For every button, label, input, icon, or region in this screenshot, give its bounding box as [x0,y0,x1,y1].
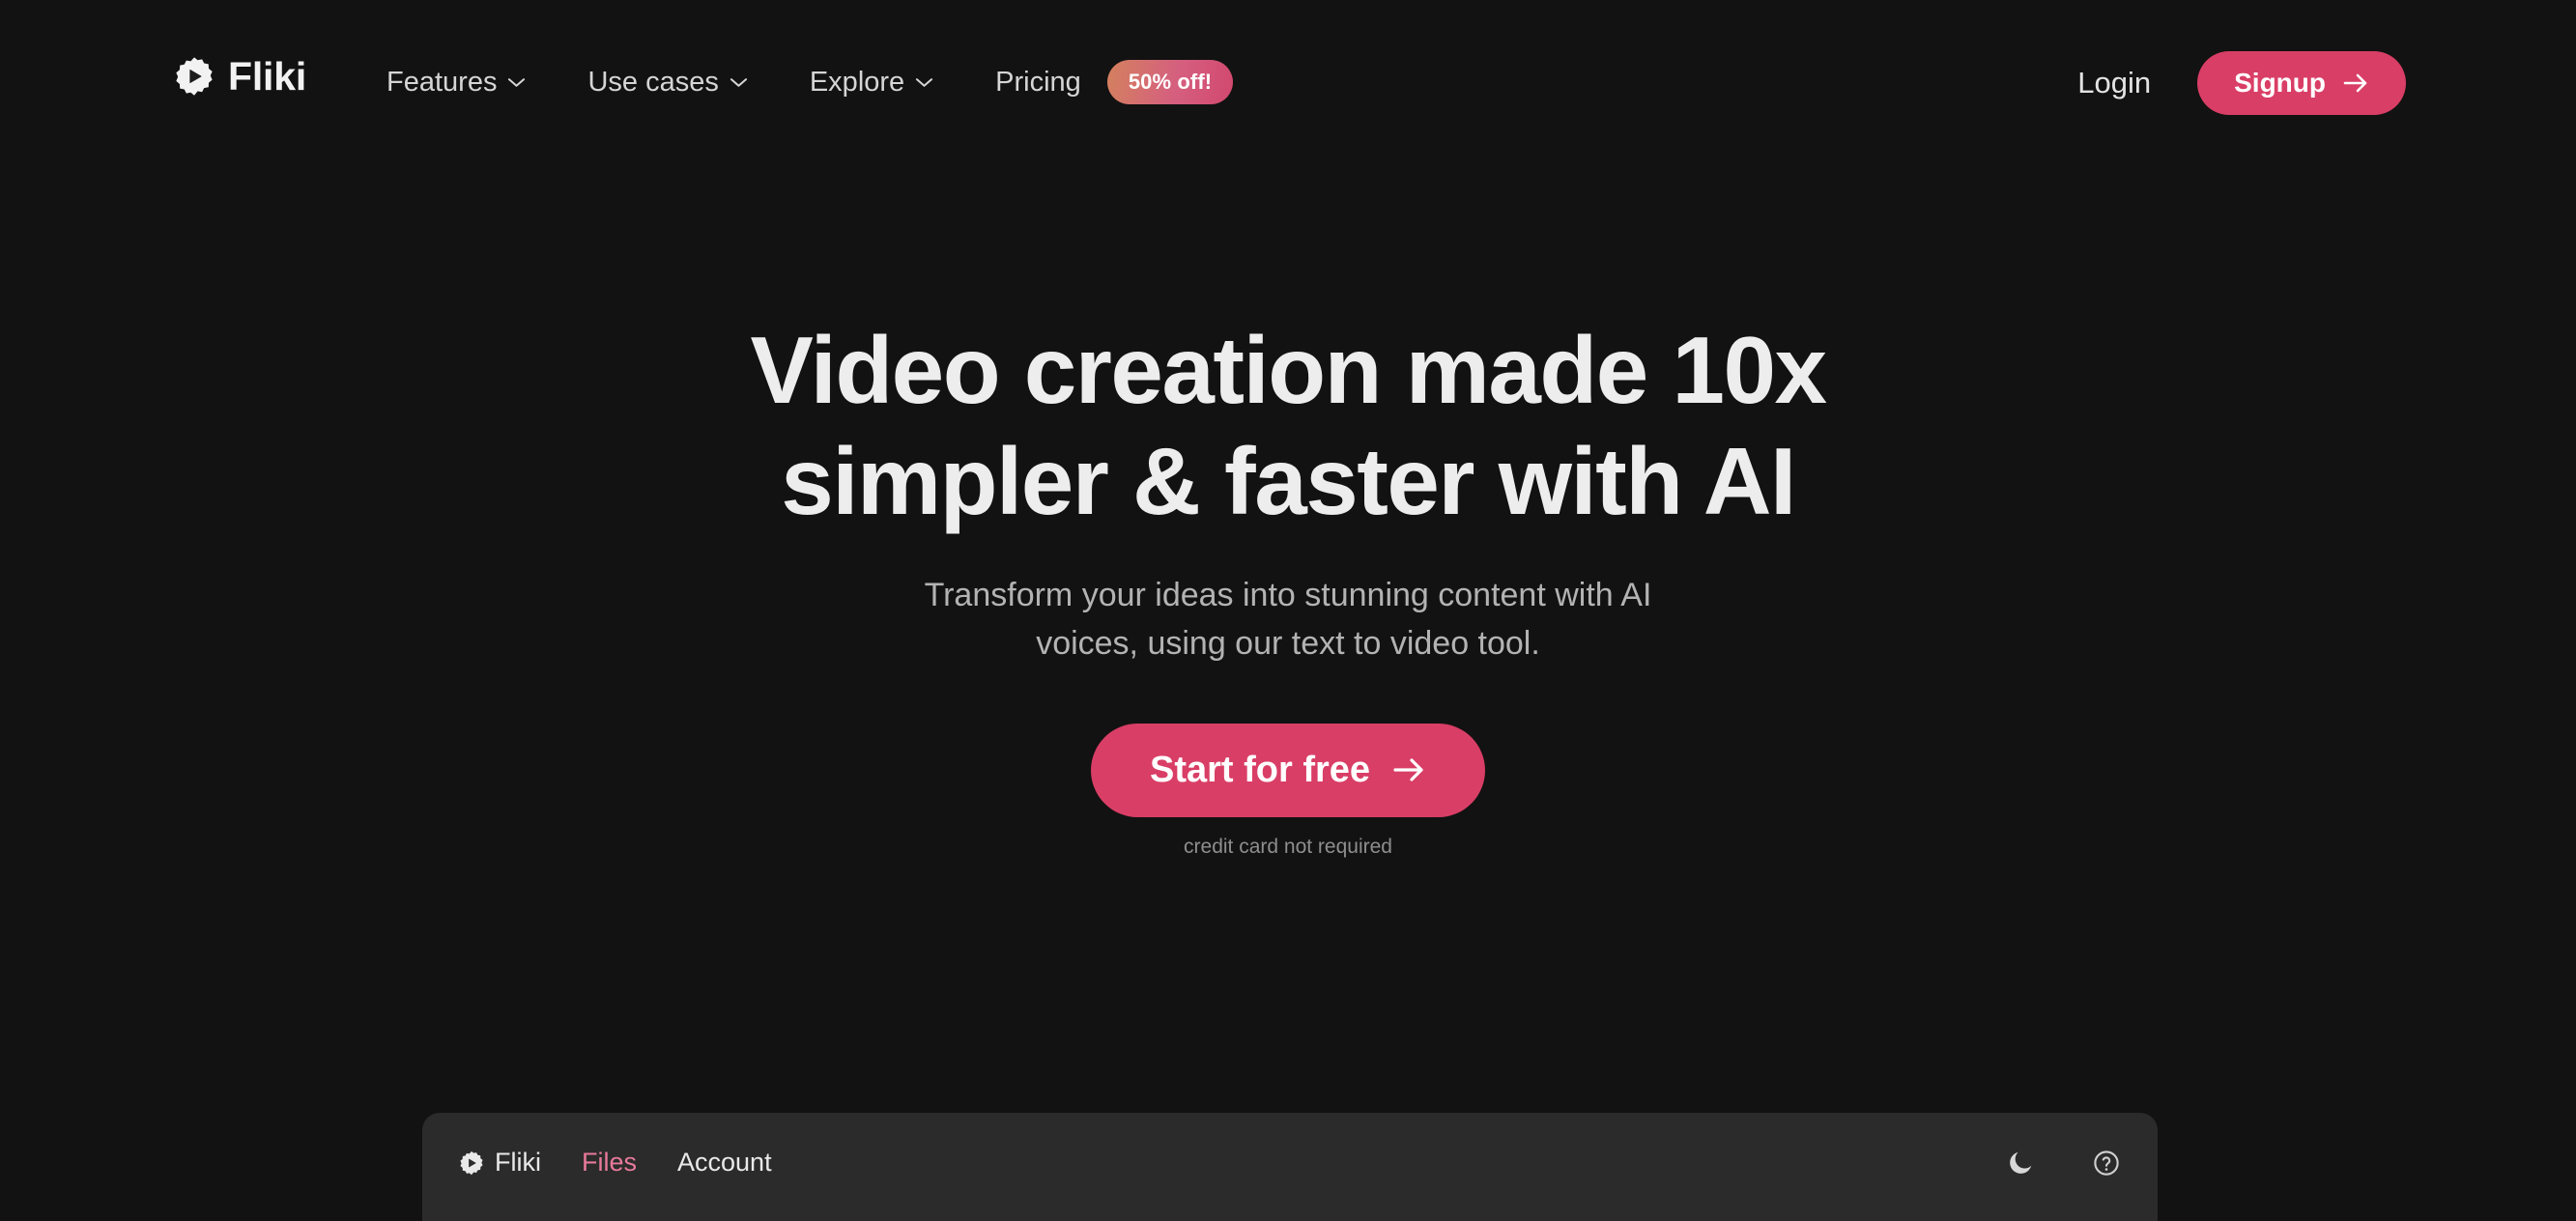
chevron-down-icon [507,76,526,88]
site-header: Fliki Features Use cases Explore Pricing… [0,0,2576,179]
hero-cta-group: Start for free credit card not required [1090,723,1486,859]
nav-item-use-cases[interactable]: Use cases [557,67,778,99]
headline-line-2: simpler & faster with AI [781,427,1796,534]
hero-subheadline: Transform your ideas into stunning conte… [925,572,1652,667]
app-brand-name: Fliki [495,1148,541,1177]
cta-disclaimer: credit card not required [1184,835,1392,858]
app-preview-toolbar: Fliki Files Account [422,1113,2158,1212]
start-for-free-button[interactable]: Start for free [1090,723,1486,817]
nav-label: Features [386,66,498,98]
header-actions: Login Signup [2077,51,2406,115]
chevron-down-icon [915,76,933,88]
nav-item-features[interactable]: Features [386,67,557,99]
signup-button[interactable]: Signup [2197,51,2406,115]
app-tab-files[interactable]: Files [582,1148,637,1178]
nav-item-pricing[interactable]: Pricing 50% off! [964,60,1264,104]
cta-button-label: Start for free [1149,749,1371,790]
app-toolbar-right [2006,1149,2121,1178]
hero-section: Video creation made 10x simpler & faster… [0,315,2576,859]
arrow-right-icon [2342,71,2369,95]
nav-label: Use cases [587,66,719,98]
fliki-play-badge-icon [459,1150,484,1176]
app-toolbar-left: Fliki Files Account [459,1148,772,1178]
arrow-right-icon [1391,755,1426,784]
app-logo[interactable]: Fliki [459,1148,541,1178]
landing-page: Fliki Features Use cases Explore Pricing… [0,0,2576,1221]
promo-discount-badge: 50% off! [1106,60,1234,104]
app-preview-panel: Fliki Files Account [422,1113,2158,1221]
nav-item-explore[interactable]: Explore [779,67,964,99]
fliki-play-badge-icon [174,56,215,97]
question-circle-icon[interactable] [2092,1149,2121,1178]
site-logo[interactable]: Fliki [174,56,306,97]
signup-button-label: Signup [2234,68,2326,98]
nav-label: Explore [809,66,905,98]
page-title: Video creation made 10x simpler & faster… [750,315,1827,536]
primary-navigation: Features Use cases Explore Pricing 50% o… [386,60,1264,104]
login-link[interactable]: Login [2077,66,2151,100]
subheadline-line-1: Transform your ideas into stunning conte… [924,577,1652,614]
app-tab-account[interactable]: Account [677,1148,772,1178]
chevron-down-icon [730,76,748,88]
headline-line-1: Video creation made 10x [750,317,1827,423]
subheadline-line-2: voices, using our text to video tool. [1036,624,1540,662]
moon-icon[interactable] [2006,1149,2035,1178]
brand-name: Fliki [228,53,307,99]
nav-label: Pricing [995,66,1081,98]
